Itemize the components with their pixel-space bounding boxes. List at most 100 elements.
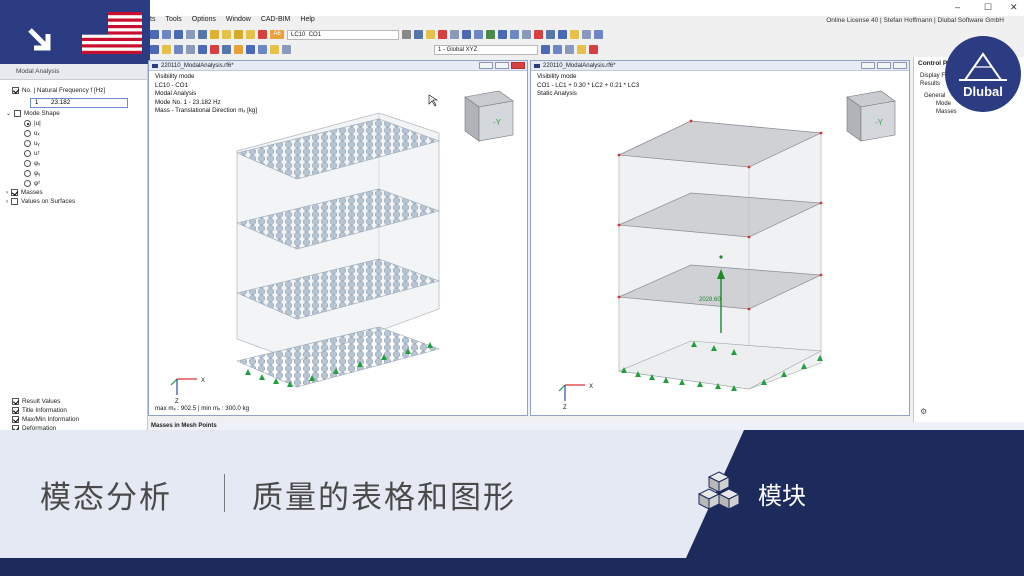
restore-icon[interactable]	[495, 62, 509, 69]
results-icon[interactable]	[222, 30, 231, 39]
shape-option-5[interactable]: φᵧ	[24, 170, 40, 177]
close-icon[interactable]: ✕	[1010, 2, 1018, 13]
zoom-all-icon[interactable]	[198, 45, 207, 54]
title-info-row[interactable]: Title Information	[12, 407, 67, 414]
menu-item-results[interactable]: ts	[150, 16, 155, 28]
section-icon[interactable]	[474, 30, 483, 39]
view-cube[interactable]: -Y	[464, 90, 514, 142]
view-icon[interactable]	[414, 30, 423, 39]
values-surfaces-checkbox[interactable]	[11, 198, 18, 205]
shape-option-6[interactable]: φᶻ	[24, 180, 40, 187]
shape-radio[interactable]	[24, 180, 31, 187]
cp-line[interactable]: General	[924, 93, 945, 99]
open-icon[interactable]	[162, 30, 171, 39]
shape-option-3[interactable]: uᶻ	[24, 150, 40, 157]
minimize-icon[interactable]: –	[955, 2, 960, 12]
load-case-combo[interactable]: LC10 CO1	[287, 29, 399, 40]
view-side-icon[interactable]	[565, 45, 574, 54]
menu-item-help[interactable]: Help	[300, 16, 314, 28]
snap-icon[interactable]	[558, 30, 567, 39]
new-icon[interactable]	[150, 30, 159, 39]
stop-icon[interactable]	[258, 30, 267, 39]
guide-icon[interactable]	[582, 30, 591, 39]
shape-radio[interactable]	[24, 170, 31, 177]
shape-option-0[interactable]: |u|	[24, 120, 41, 127]
title-info-checkbox[interactable]	[12, 407, 19, 414]
mode-icon[interactable]	[246, 45, 255, 54]
shape-radio[interactable]	[24, 140, 31, 147]
delete-icon[interactable]	[534, 30, 543, 39]
result-values-row[interactable]: Result Values	[12, 398, 60, 405]
select-icon[interactable]	[150, 45, 159, 54]
cp-line[interactable]: Masses	[936, 109, 957, 115]
pan-icon[interactable]	[174, 45, 183, 54]
clipping-icon[interactable]	[589, 45, 598, 54]
close-icon[interactable]	[511, 62, 525, 69]
layer-icon[interactable]	[594, 30, 603, 39]
zoom-icon[interactable]	[162, 45, 171, 54]
filter-icon[interactable]	[450, 30, 459, 39]
mode-shape-row[interactable]: ⌄ Mode Shape	[6, 110, 60, 117]
animation-icon[interactable]	[258, 45, 267, 54]
chevron-right-icon[interactable]: ›	[6, 199, 8, 205]
maximize-icon[interactable]	[893, 62, 907, 69]
iso-icon[interactable]	[282, 45, 291, 54]
error-icon[interactable]	[438, 30, 447, 39]
save-icon[interactable]	[174, 30, 183, 39]
freq-checkbox[interactable]	[12, 87, 19, 94]
menu-item-cad-bim[interactable]: CAD-BIM	[261, 16, 291, 28]
chevron-right-icon[interactable]: ›	[6, 190, 8, 196]
minimize-icon[interactable]	[479, 62, 493, 69]
freq-row[interactable]: No. | Natural Frequency f [Hz]	[12, 87, 105, 94]
calculate-icon[interactable]	[210, 30, 219, 39]
shape-radio[interactable]	[24, 150, 31, 157]
shape-option-4[interactable]: φₓ	[24, 160, 40, 167]
menu-item-options[interactable]: Options	[192, 16, 216, 28]
transparency-icon[interactable]	[577, 45, 586, 54]
view-combo[interactable]: 1 - Global XYZ	[434, 44, 538, 55]
cp-line[interactable]: Mode	[936, 101, 951, 107]
combo-icon[interactable]	[246, 30, 255, 39]
freq-select[interactable]: 1 23.182	[30, 98, 128, 108]
print-icon[interactable]	[186, 30, 195, 39]
view-cube[interactable]: -Y	[846, 90, 896, 142]
load-icon[interactable]	[234, 30, 243, 39]
masses-row[interactable]: › Masses	[6, 189, 43, 196]
shape-radio[interactable]	[24, 160, 31, 167]
prev-icon[interactable]	[402, 30, 411, 39]
wireframe-icon[interactable]	[222, 45, 231, 54]
view-top-icon[interactable]	[553, 45, 562, 54]
shape-option-2[interactable]: uᵧ	[24, 140, 40, 147]
maxmin-info-checkbox[interactable]	[12, 416, 19, 423]
restore-icon[interactable]	[877, 62, 891, 69]
chevron-down-icon[interactable]: ⌄	[6, 110, 11, 117]
mass-icon[interactable]	[234, 45, 243, 54]
view-front-icon[interactable]	[541, 45, 550, 54]
shape-option-1[interactable]: uₓ	[24, 130, 40, 137]
render-icon[interactable]	[210, 45, 219, 54]
values-surfaces-row[interactable]: › Values on Surfaces	[6, 198, 75, 205]
model-view-masses[interactable]: -Y X Z	[149, 71, 527, 415]
arrow-box[interactable]	[0, 0, 66, 64]
support-icon[interactable]	[486, 30, 495, 39]
panel-settings-icon[interactable]: ⚙	[920, 407, 927, 416]
menu-item-window[interactable]: Window	[226, 16, 251, 28]
mode-shape-checkbox[interactable]	[14, 110, 22, 117]
grid-icon[interactable]	[546, 30, 555, 39]
result-values-checkbox[interactable]	[12, 398, 19, 405]
table-icon[interactable]	[198, 30, 207, 39]
model-view-static[interactable]: 2028.60 -Y X Z	[531, 71, 909, 415]
display-icon[interactable]	[426, 30, 435, 39]
viewport-right[interactable]: 220110_ModalAnalysis.rf6* 2028.60 -Y X Z…	[530, 60, 910, 416]
solid-icon[interactable]	[522, 30, 531, 39]
shape-radio[interactable]	[24, 130, 31, 137]
menu-item-tools[interactable]: Tools	[165, 16, 181, 28]
model-icon[interactable]	[462, 30, 471, 39]
maxmin-info-row[interactable]: Max/Min Information	[12, 416, 79, 423]
surface-icon[interactable]	[510, 30, 519, 39]
maximize-icon[interactable]: ☐	[984, 2, 992, 13]
member-icon[interactable]	[498, 30, 507, 39]
rotate-icon[interactable]	[186, 45, 195, 54]
viewport-left[interactable]: 220110_ModalAnalysis.rf6* -Y X Z Visibil…	[148, 60, 528, 416]
scale-icon[interactable]	[270, 45, 279, 54]
